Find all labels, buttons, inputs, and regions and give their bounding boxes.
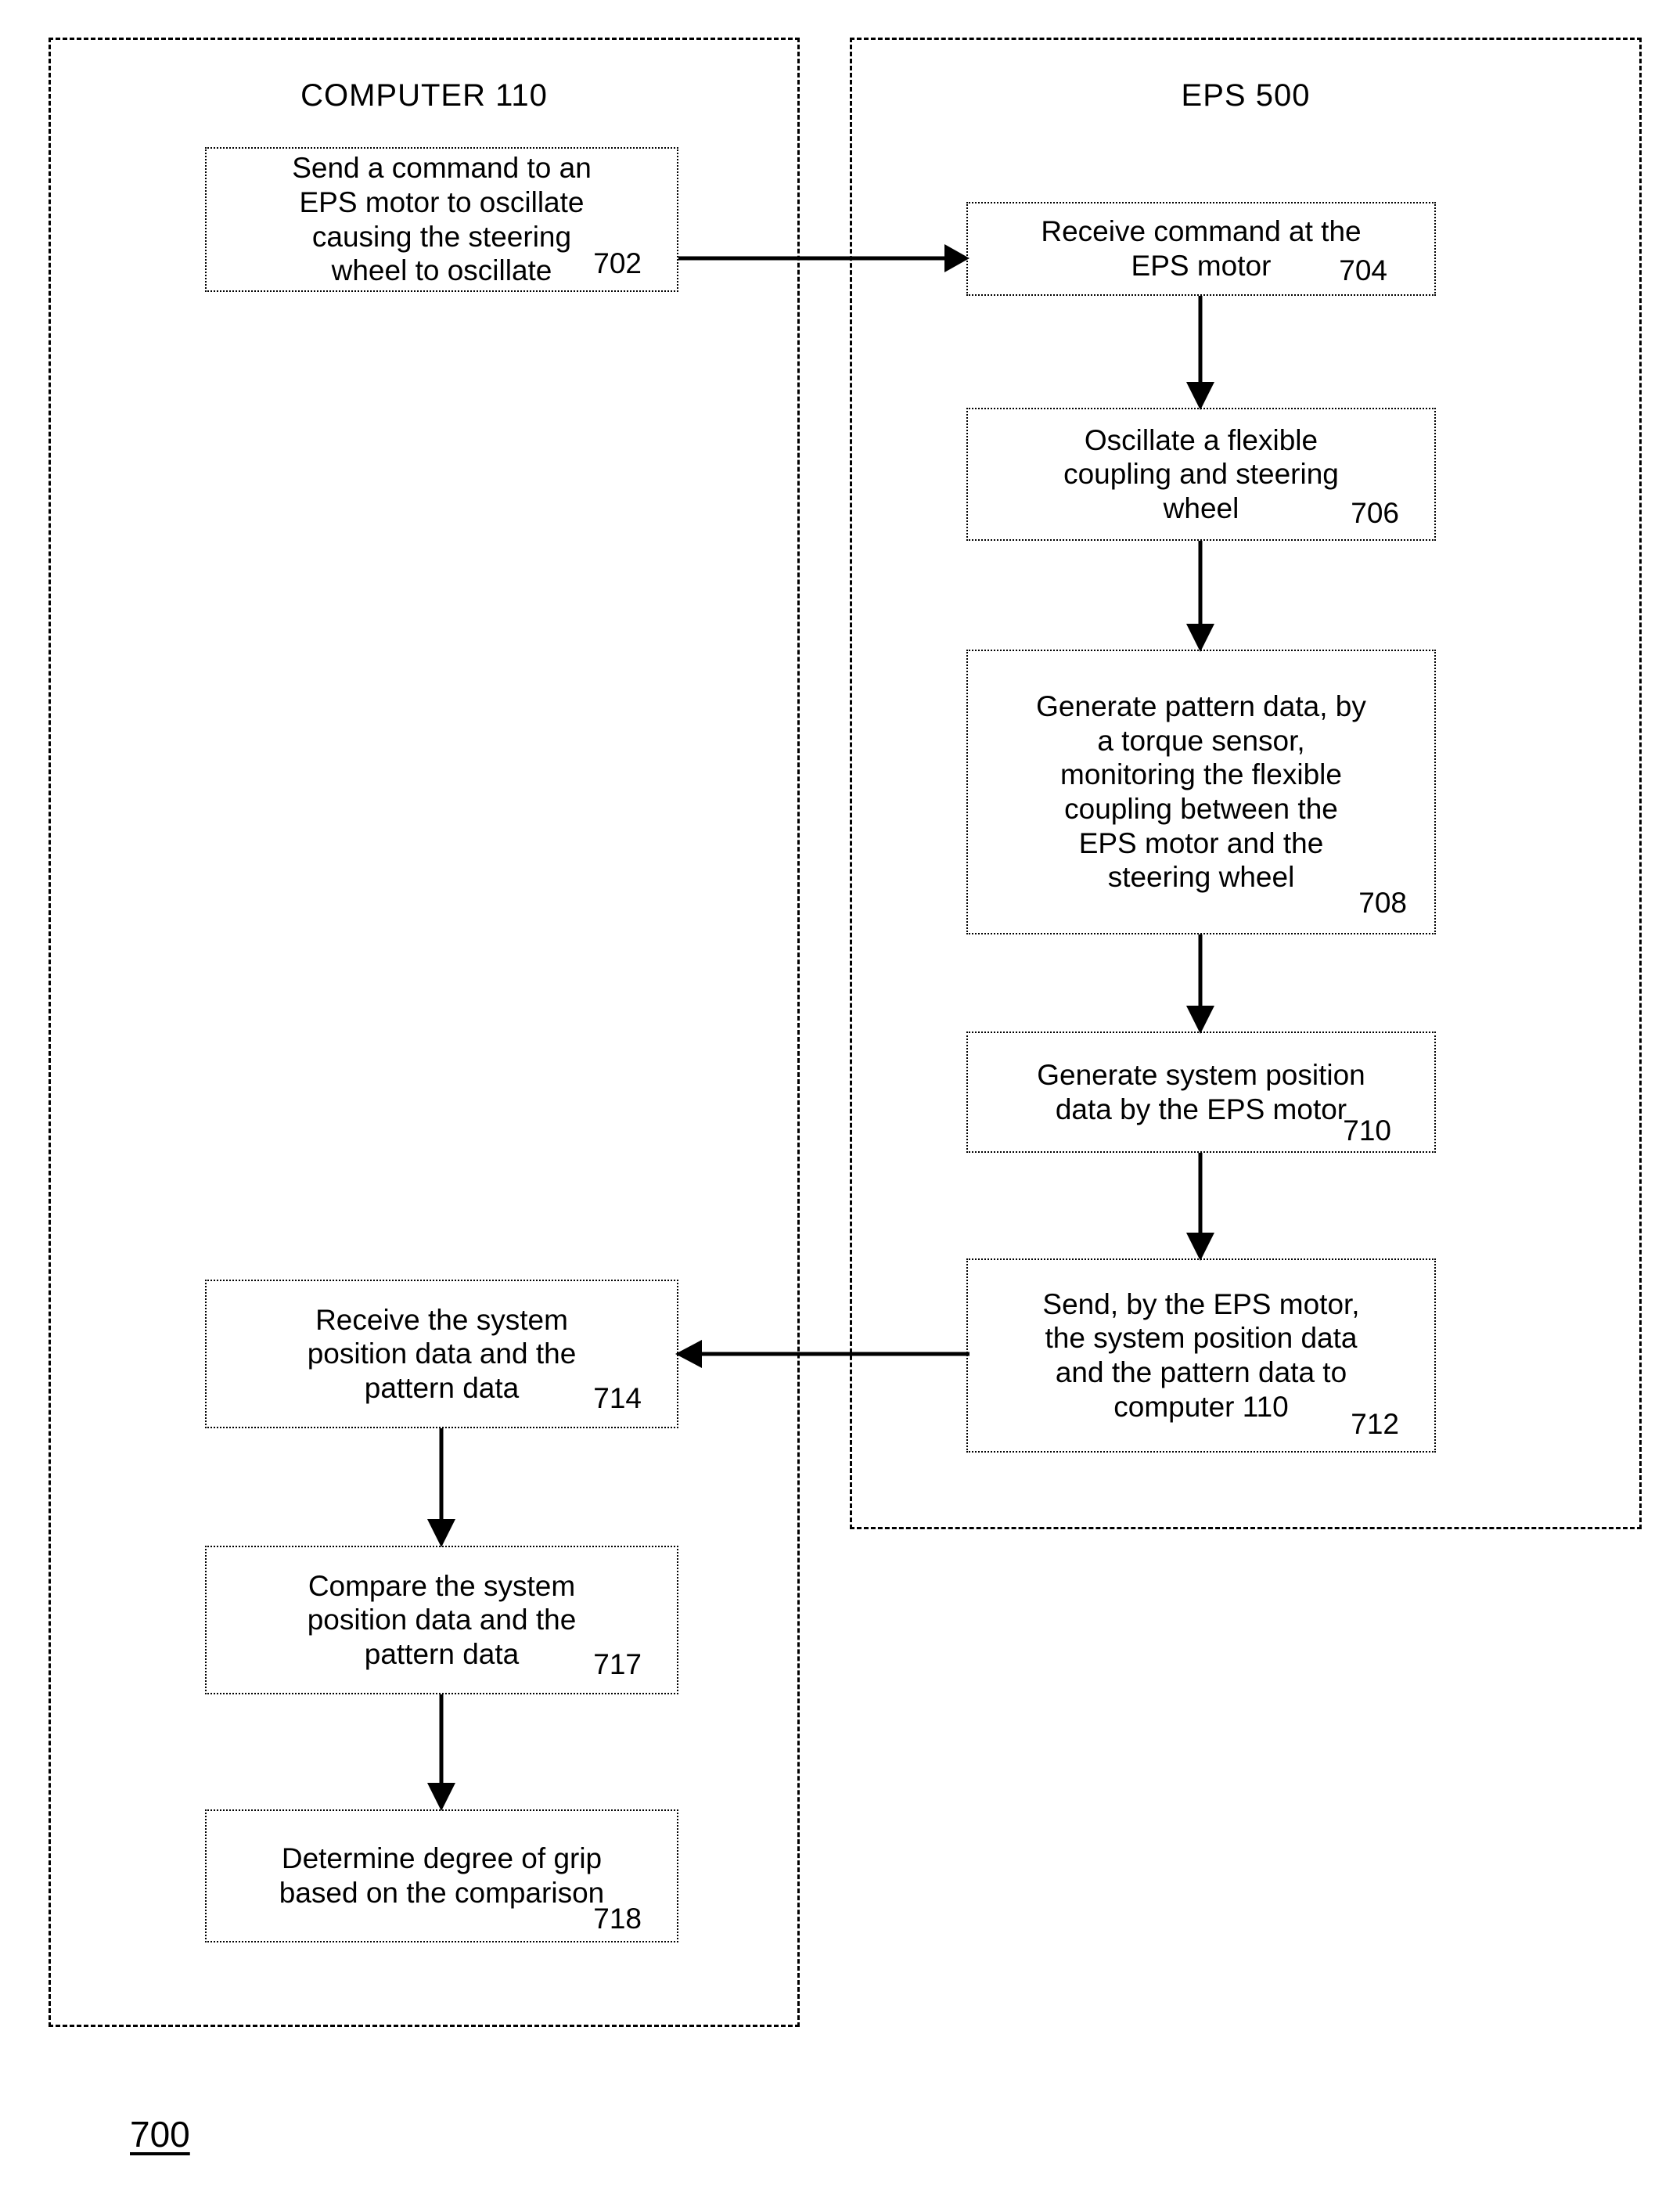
connector-708-to-710 [1186,934,1214,1034]
process-node-712: Send, by the EPS motor, the system posit… [966,1258,1436,1453]
process-node-704: Receive command at the EPS motor 704 [966,202,1436,296]
connector-706-to-708 [1186,541,1214,652]
process-node-712-ref: 712 [1351,1408,1399,1440]
process-node-704-ref: 704 [1339,254,1387,286]
process-node-710-ref: 710 [1343,1114,1391,1147]
process-node-718-ref: 718 [593,1903,642,1935]
process-node-712-text: Send, by the EPS motor, the system posit… [1042,1287,1360,1423]
process-node-708-ref: 708 [1358,887,1407,919]
process-node-717-ref: 717 [593,1648,642,1680]
figure-label: 700 [130,2114,190,2155]
process-node-718-text: Determine degree of grip based on the co… [279,1842,605,1909]
connector-714-to-717 [427,1428,455,1547]
process-node-708-text: Generate pattern data, by a torque senso… [1036,690,1366,894]
lane-title-eps-500: EPS 500 [1181,78,1311,113]
process-node-714-ref: 714 [593,1382,642,1414]
process-node-710: Generate system position data by the EPS… [966,1031,1436,1153]
process-node-714: Receive the system position data and the… [205,1280,678,1428]
process-node-702: Send a command to an EPS motor to oscill… [205,147,678,292]
process-node-708: Generate pattern data, by a torque senso… [966,650,1436,934]
lane-title-computer-110: COMPUTER 110 [300,78,548,113]
process-node-717: Compare the system position data and the… [205,1546,678,1694]
patent-flowchart-700: COMPUTER 110 EPS 500 Send a command to a… [0,0,1680,2207]
connector-717-to-718 [427,1694,455,1811]
process-node-702-ref: 702 [593,247,642,279]
process-node-706: Oscillate a flexible coupling and steeri… [966,408,1436,541]
process-node-718: Determine degree of grip based on the co… [205,1809,678,1942]
process-node-706-ref: 706 [1351,497,1399,529]
connector-710-to-712 [1186,1153,1214,1261]
connector-704-to-706 [1186,296,1214,410]
connector-702-to-704 [678,244,970,272]
connector-712-to-714 [675,1340,970,1368]
